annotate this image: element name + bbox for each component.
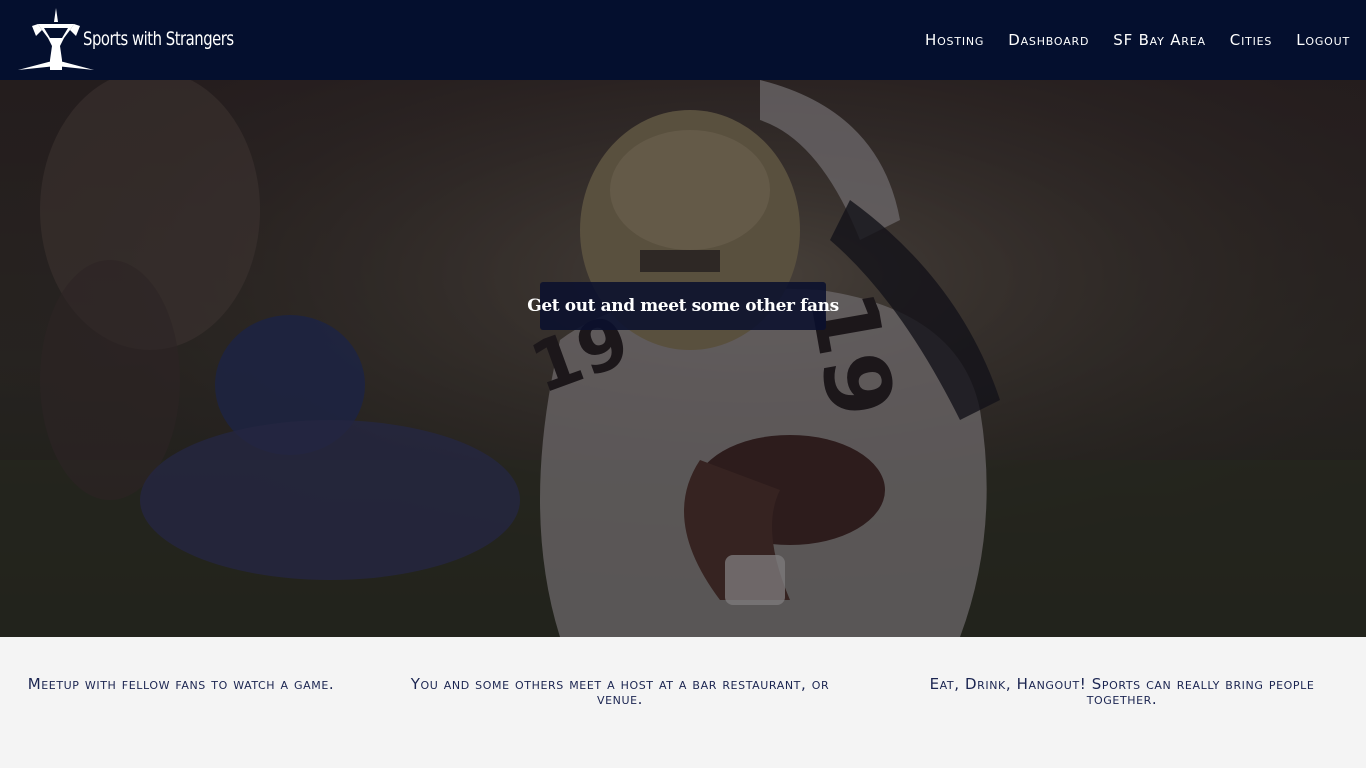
hero-banner: 19 19 Get out and meet some other fans — [0, 80, 1366, 637]
navbar: Sports with Strangers Hosting Dashboard … — [0, 0, 1366, 80]
hero-overlay — [0, 80, 1366, 637]
feature-text: Eat, Drink, Hangout! Sports can really b… — [929, 675, 1315, 708]
brand-name: Sports with Strangers — [83, 28, 234, 50]
brand-logo[interactable]: Sports with Strangers — [16, 8, 266, 72]
feature-text: Meetup with fellow fans to watch a game. — [27, 675, 335, 693]
nav-hosting[interactable]: Hosting — [925, 31, 984, 49]
nav-dashboard[interactable]: Dashboard — [1008, 31, 1089, 49]
nav-logout[interactable]: Logout — [1296, 31, 1350, 49]
hero-tagline: Get out and meet some other fans — [527, 282, 839, 330]
features-section: Meetup with fellow fans to watch a game.… — [0, 637, 1366, 768]
feature-text: You and some others meet a host at a bar… — [410, 675, 830, 708]
nav-sf-bay-area[interactable]: SF Bay Area — [1113, 31, 1206, 49]
main-nav: Hosting Dashboard SF Bay Area Cities Log… — [901, 0, 1350, 80]
nav-cities[interactable]: Cities — [1230, 31, 1272, 49]
